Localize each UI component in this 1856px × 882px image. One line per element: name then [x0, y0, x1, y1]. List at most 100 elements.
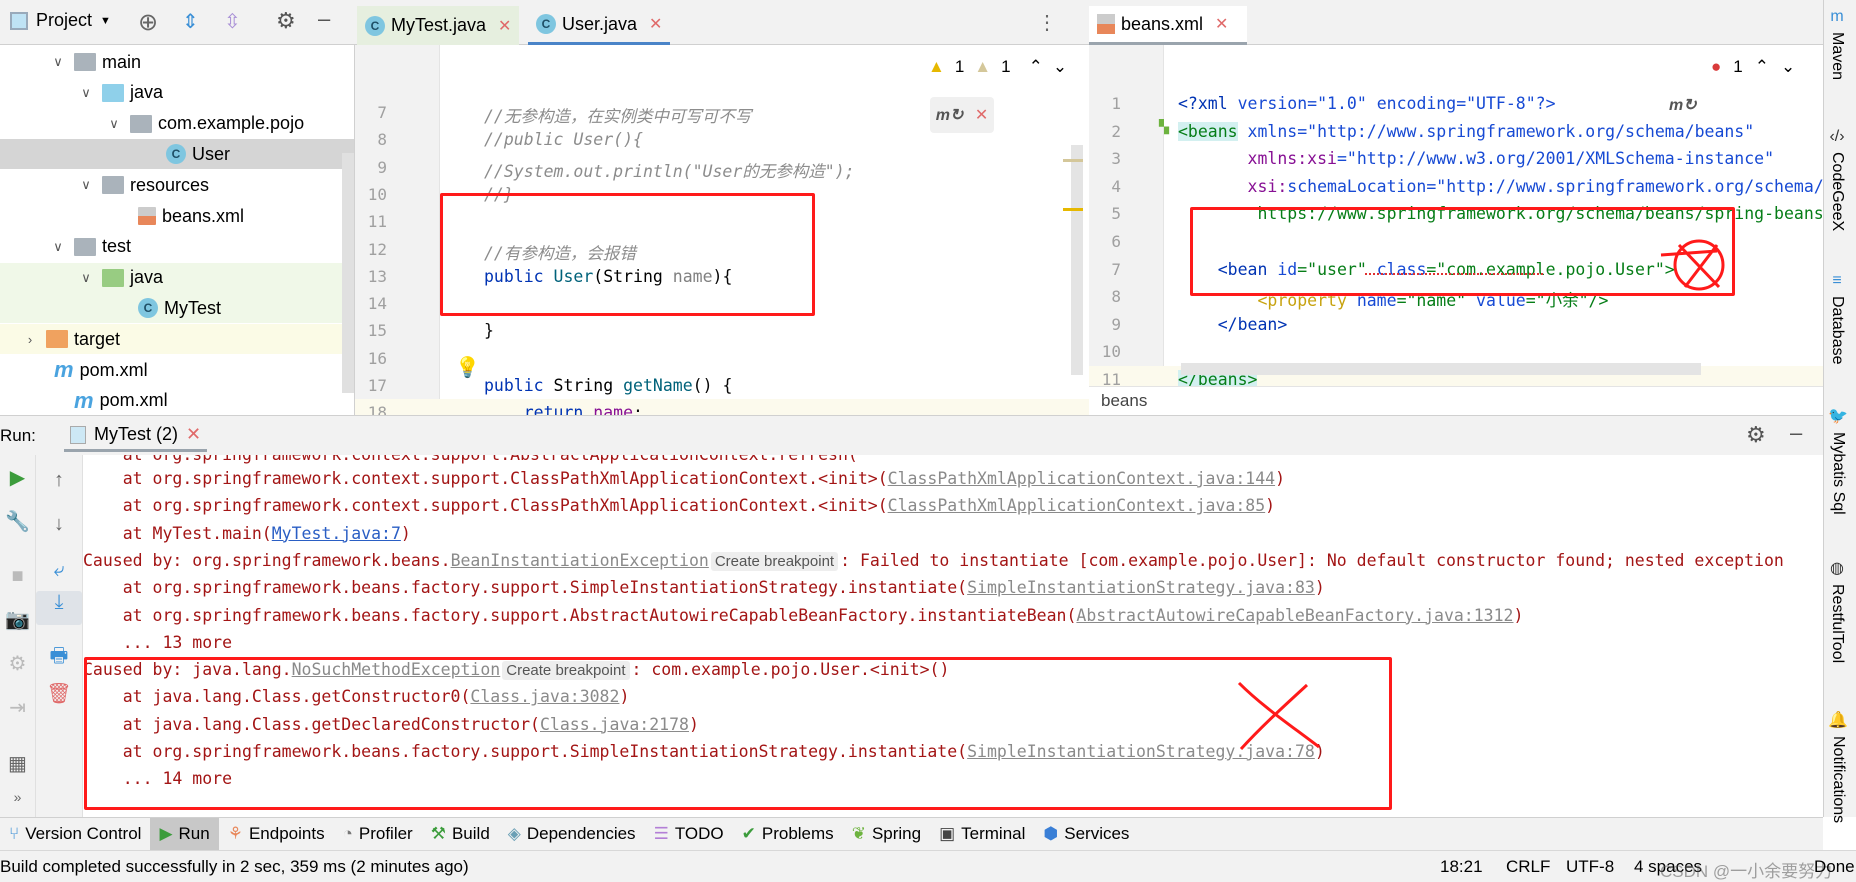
wrench-icon[interactable]: 🔧: [0, 509, 35, 534]
tree-item[interactable]: C MyTest: [0, 293, 354, 324]
code-line: xsi:schemaLocation="http://www.springfra…: [1178, 177, 1823, 196]
line-number: 16: [367, 348, 387, 368]
tree-item[interactable]: ∨ java: [0, 78, 354, 108]
stacktrace-link[interactable]: AbstractAutowireCapableBeanFactory.java:…: [1076, 606, 1513, 625]
gear-icon[interactable]: ⚙: [276, 8, 296, 34]
scrollbar[interactable]: [1071, 145, 1083, 375]
line-separator[interactable]: CRLF: [1506, 857, 1550, 877]
more-icon[interactable]: »: [0, 789, 35, 805]
inspection-widget[interactable]: ▲ 1 ▲ 1 ⌃ ⌄: [928, 57, 1067, 77]
tool-tab-run[interactable]: ▶ Run: [150, 817, 219, 851]
stacktrace-link[interactable]: BeanInstantiationException: [451, 551, 709, 570]
gear-icon[interactable]: ⚙: [1746, 422, 1766, 448]
tab-user-java[interactable]: C User.java ✕: [528, 6, 671, 45]
tree-item[interactable]: m pom.xml: [0, 386, 354, 415]
right-tool-notifications[interactable]: 🔔 Notifications: [1828, 710, 1848, 823]
breadcrumb[interactable]: beans: [1089, 386, 1823, 415]
tool-tab-dependencies[interactable]: ◈ Dependencies: [499, 818, 645, 851]
tab-beans-xml[interactable]: beans.xml ✕: [1089, 6, 1247, 45]
settings-icon[interactable]: ⚙: [0, 651, 35, 676]
stacktrace-link[interactable]: ClassPathXmlApplicationContext.java:85: [888, 496, 1266, 515]
tree-item[interactable]: C User: [0, 139, 354, 170]
maven-reload-icon[interactable]: m↻: [1669, 95, 1697, 115]
tree-item[interactable]: ∨ main: [0, 47, 354, 77]
tree-item[interactable]: m pom.xml: [0, 355, 354, 385]
exit-icon[interactable]: ⇥: [0, 695, 35, 720]
chevron-down-icon[interactable]: ∨: [104, 116, 124, 132]
scrollbar[interactable]: [342, 153, 354, 393]
tree-item[interactable]: ∨ java: [0, 262, 354, 293]
collapse-all-icon[interactable]: ⇳: [224, 9, 241, 34]
right-tool-codegeex[interactable]: ‹/› CodeGeeX: [1828, 128, 1846, 231]
camera-icon[interactable]: 📷: [0, 607, 35, 632]
locate-icon[interactable]: ⊕: [138, 8, 158, 37]
rerun-icon[interactable]: ▶: [0, 465, 35, 490]
chevron-right-icon[interactable]: ›: [20, 332, 40, 347]
hide-icon[interactable]: –: [1790, 420, 1802, 446]
editor-beans-xml[interactable]: 1 <?xml version="1.0" encoding="UTF-8"?> 2…: [1089, 45, 1823, 386]
create-breakpoint-button[interactable]: Create breakpoint: [710, 551, 839, 571]
close-icon[interactable]: ✕: [186, 424, 201, 445]
expand-all-icon[interactable]: ⇕: [182, 9, 199, 34]
tree-item[interactable]: › target: [0, 324, 354, 355]
right-tool-database[interactable]: ≡ Database: [1828, 272, 1846, 365]
tool-tab-profiler[interactable]: ◔ Profiler: [334, 818, 422, 851]
stop-icon[interactable]: ■: [0, 565, 35, 588]
next-highlight-icon[interactable]: ⌄: [1781, 57, 1795, 77]
console-output[interactable]: at org.springframework.context.support.A…: [83, 455, 1823, 817]
next-highlight-icon[interactable]: ⌄: [1053, 57, 1067, 77]
chevron-down-icon[interactable]: ∨: [76, 177, 96, 193]
chevron-down-icon[interactable]: ∨: [48, 239, 68, 255]
maven-reload-popup[interactable]: m↻ ✕: [930, 97, 994, 133]
tool-tab-build[interactable]: ⚒ Build: [422, 818, 499, 851]
trash-icon[interactable]: 🗑: [36, 681, 82, 706]
tool-tab-endpoints[interactable]: ⚘ Endpoints: [219, 818, 334, 851]
right-tool-mybatis-sql[interactable]: 🐦 Mybatis Sql: [1828, 406, 1848, 515]
stacktrace-link[interactable]: SimpleInstantiationStrategy.java:83: [967, 578, 1315, 597]
status-message[interactable]: Build completed successfully in 2 sec, 3…: [0, 857, 469, 877]
right-tool-maven[interactable]: m Maven: [1828, 8, 1846, 80]
chevron-down-icon[interactable]: ∨: [76, 270, 96, 286]
caret-position[interactable]: 18:21: [1440, 857, 1483, 877]
tab-mytest-java[interactable]: C MyTest.java ✕: [357, 6, 520, 45]
tool-tab-todo[interactable]: ☰ TODO: [645, 818, 733, 851]
tool-tab-problems[interactable]: ✔ Problems: [733, 818, 843, 851]
chevron-down-icon[interactable]: ∨: [76, 85, 96, 101]
tool-tab-terminal[interactable]: ▣ Terminal: [930, 818, 1034, 851]
run-tab[interactable]: MyTest (2) ✕: [64, 420, 208, 452]
file-encoding[interactable]: UTF-8: [1566, 857, 1614, 877]
close-icon[interactable]: ✕: [975, 105, 988, 125]
tool-tab-spring[interactable]: ❦ Spring: [843, 818, 930, 851]
more-icon[interactable]: ⋮: [1037, 10, 1057, 35]
close-icon[interactable]: ✕: [498, 16, 511, 36]
lightbulb-icon[interactable]: 💡: [455, 355, 480, 380]
down-arrow-icon[interactable]: ↓: [36, 513, 82, 536]
tool-tab-services[interactable]: ⬢ Services: [1034, 818, 1138, 851]
stacktrace-link[interactable]: ClassPathXmlApplicationContext.java:144: [888, 469, 1275, 488]
tool-tab-version-control[interactable]: ⑂ Version Control: [0, 818, 150, 851]
scroll-to-end-icon[interactable]: ⤓: [36, 591, 82, 625]
inspection-widget[interactable]: ● 1 ⌃ ⌄: [1711, 57, 1796, 77]
hide-icon[interactable]: –: [318, 6, 330, 32]
project-view-selector[interactable]: Project ▼: [10, 10, 111, 31]
breadcrumb-item[interactable]: beans: [1101, 391, 1147, 410]
soft-wrap-icon[interactable]: ⤶: [36, 559, 82, 582]
layout-icon[interactable]: ▦: [0, 751, 35, 776]
tree-item[interactable]: ∨ test: [0, 232, 354, 262]
tree-item[interactable]: ∨ com.example.pojo: [0, 109, 354, 139]
prev-highlight-icon[interactable]: ⌃: [1029, 57, 1043, 77]
maven-reload-icon[interactable]: m↻: [936, 105, 964, 125]
stacktrace-link[interactable]: MyTest.java:7: [272, 524, 401, 543]
print-icon[interactable]: 🖶: [36, 641, 82, 675]
right-tool-restfultool[interactable]: ◍ RestfulTool: [1828, 558, 1846, 663]
tree-item[interactable]: ∨ resources: [0, 170, 354, 200]
prev-highlight-icon[interactable]: ⌃: [1755, 57, 1769, 77]
tree-item[interactable]: beans.xml: [0, 201, 354, 231]
chevron-down-icon[interactable]: ∨: [48, 54, 68, 70]
close-icon[interactable]: ✕: [1215, 14, 1228, 34]
close-icon[interactable]: ✕: [649, 14, 662, 34]
editor-user-java[interactable]: 7 //无参构造，在实例类中可写可不写 8 //public User(){9 //Sy…: [355, 45, 1089, 415]
build-icon: ⚒: [430, 824, 446, 843]
up-arrow-icon[interactable]: ↑: [36, 469, 82, 492]
horizontal-scrollbar[interactable]: [1181, 363, 1701, 375]
